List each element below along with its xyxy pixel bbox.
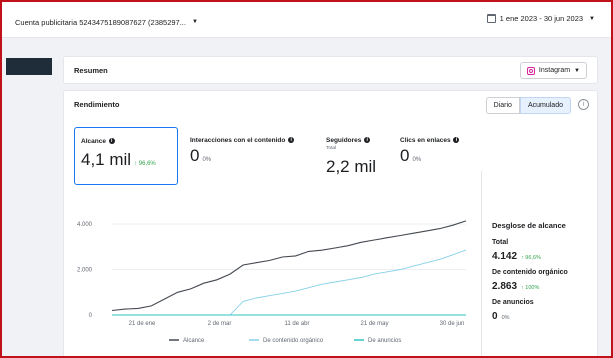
metric-value: 2,2 mil [326,157,377,176]
legend-label: Alcance [183,338,205,344]
breakdown-title: Desglose de alcance [492,221,566,230]
info-icon: i [288,137,295,144]
breakdown-ads-label: De anuncios [492,299,534,306]
metric-change: 0% [412,157,422,163]
instagram-icon [526,66,535,75]
date-range-label: 1 ene 2023 - 30 jun 2023 [499,14,584,23]
metric-alcance[interactable]: Alcance i 4,1 mil ↑ 96,6% [74,127,178,185]
summary-title: Resumen [74,66,108,75]
breakdown-organic-value: 2.863 ↑ 100% [492,281,540,292]
metric-label: Interacciones con el contenido i [190,137,295,144]
top-bar: Cuenta publicitaria 5243475189087627 (23… [2,2,611,38]
sidebar-item-active[interactable] [6,58,52,75]
ad-account-selector[interactable]: Cuenta publicitaria 5243475189087627 (23… [10,13,203,31]
metric-value: 4,1 mil ↑ 96,6% [81,150,156,169]
x-tick-label: 21 de ene [129,321,156,327]
calendar-icon [486,14,496,23]
metric-label: Alcance i [81,138,115,145]
metric-interacciones[interactable]: Interacciones con el contenido i 0 0% [184,127,295,185]
info-icon: i [453,137,460,144]
metric-sublabel: Total [326,146,337,151]
x-tick-label: 21 de may [360,321,388,327]
metric-change: 0% [202,157,212,163]
performance-title: Rendimiento [74,100,120,109]
caret-down-icon: ▼ [574,67,580,74]
x-tick-label: 2 de mar [208,321,232,327]
series-line-1 [111,220,467,312]
metric-label: Seguidores i [326,137,371,144]
legend-label: De contenido orgánico [263,338,324,344]
breakdown-organic-label: De contenido orgánico [492,269,568,276]
y-tick-label: 4.000 [77,222,93,228]
breakdown-total-label: Total [492,239,509,246]
toggle-diario[interactable]: Diario [485,97,520,114]
ad-account-label: Cuenta publicitaria 5243475189087627 (23… [15,17,186,27]
performance-card: Rendimiento Diario Acumulado i Alcance i… [63,90,598,358]
x-tick-label: 30 de jun [440,321,465,327]
caret-down-icon: ▼ [191,19,198,25]
platform-label: Instagram [538,67,571,74]
sidebar [2,38,52,356]
platform-selector[interactable]: Instagram ▼ [519,62,587,79]
metric-value: 0 0% [400,146,422,165]
caret-down-icon: ▼ [589,15,595,22]
y-tick-label: 0 [89,313,93,319]
breakdown-total-value: 4.142 ↑ 96,6% [492,251,541,262]
date-range-picker[interactable]: 1 ene 2023 - 30 jun 2023 ▼ [486,14,595,23]
reach-breakdown: Desglose de alcance Total 4.142 ↑ 96,6% D… [481,171,598,358]
series-line-2 [229,249,467,316]
legend-label: De anuncios [368,338,401,344]
y-tick-label: 2.000 [77,268,93,274]
reach-line-chart: 0 2.000 4.000 21 de ene 2 de mar 11 de abr 21 … [77,220,467,344]
x-tick-label: 11 de abr [285,321,310,327]
metric-value: 0 0% [190,146,212,165]
toggle-acumulado[interactable]: Acumulado [519,97,571,114]
summary-card: Resumen Instagram ▼ [63,56,598,84]
view-toggle: Diario Acumulado [485,97,571,114]
metric-label: Clics en enlaces i [400,137,460,144]
breakdown-ads-value: 0 0% [492,311,510,322]
info-icon: i [108,138,115,145]
info-icon: i [364,137,371,144]
info-icon[interactable]: i [578,99,589,110]
metric-change: ↑ 96,6% [134,161,156,167]
